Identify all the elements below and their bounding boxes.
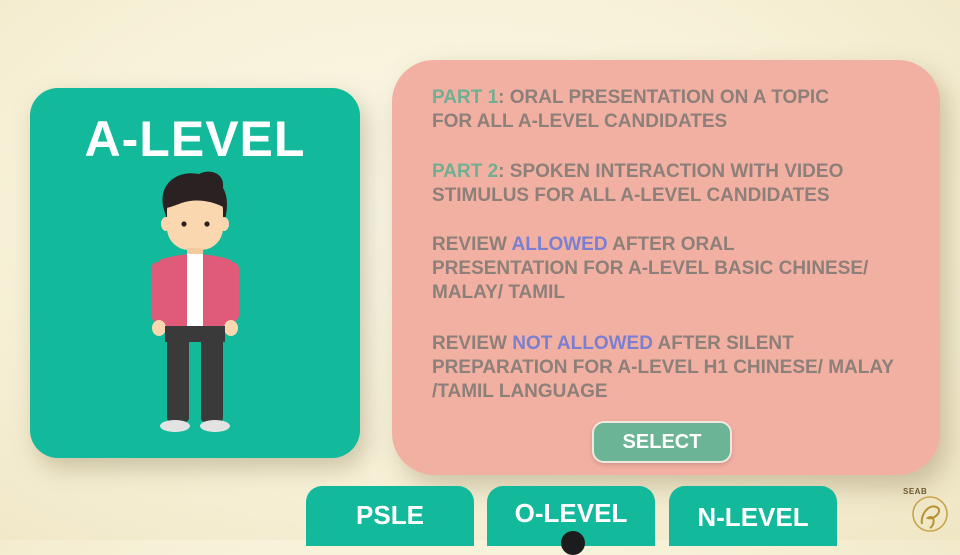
- review-allowed-prefix: REVIEW: [432, 234, 512, 255]
- part2-text-line2: STIMULUS FOR ALL A-LEVEL CANDIDATES: [432, 185, 830, 206]
- part2-label: PART 2: [432, 161, 499, 182]
- info-part2: PART 2: SPOKEN INTERACTION WITH VIDEO ST…: [432, 160, 922, 208]
- select-button[interactable]: SELECT: [592, 421, 732, 463]
- allowed-label: ALLOWED: [511, 234, 608, 255]
- not-allowed-label: NOT ALLOWED: [512, 333, 653, 354]
- part1-label: PART 1: [432, 87, 499, 108]
- review-allowed-line2: PRESENTATION FOR A-LEVEL BASIC CHINESE/: [432, 258, 869, 279]
- review-not-allowed-text: AFTER SILENT: [652, 333, 794, 354]
- tab-n-level[interactable]: N-LEVEL: [669, 486, 837, 546]
- info-review-not-allowed: REVIEW NOT ALLOWED AFTER SILENT PREPARAT…: [432, 332, 922, 404]
- review-not-allowed-line3: /TAMIL LANGUAGE: [432, 381, 608, 402]
- review-not-allowed-prefix: REVIEW: [432, 333, 513, 354]
- review-allowed-text: AFTER ORAL: [607, 234, 735, 255]
- level-title: A-LEVEL: [84, 111, 306, 167]
- info-part1: PART 1: ORAL PRESENTATION ON A TOPIC FOR…: [432, 86, 922, 134]
- tab-psle[interactable]: PSLE: [306, 486, 474, 546]
- review-not-allowed-line2: PREPARATION FOR A-LEVEL H1 CHINESE/ MALA…: [432, 357, 895, 378]
- seab-logo-text: SEAB: [903, 487, 928, 496]
- review-allowed-line3: MALAY/ TAMIL: [432, 282, 565, 303]
- part1-text: : ORAL PRESENTATION ON A TOPIC: [498, 87, 829, 108]
- part1-text-line2: FOR ALL A-LEVEL CANDIDATES: [432, 111, 728, 132]
- student-character-illustration: [151, 171, 239, 432]
- part2-text: : SPOKEN INTERACTION WITH VIDEO: [498, 161, 844, 182]
- cursor-indicator-icon: [561, 531, 585, 555]
- info-review-allowed: REVIEW ALLOWED AFTER ORAL PRESENTATION F…: [432, 233, 922, 305]
